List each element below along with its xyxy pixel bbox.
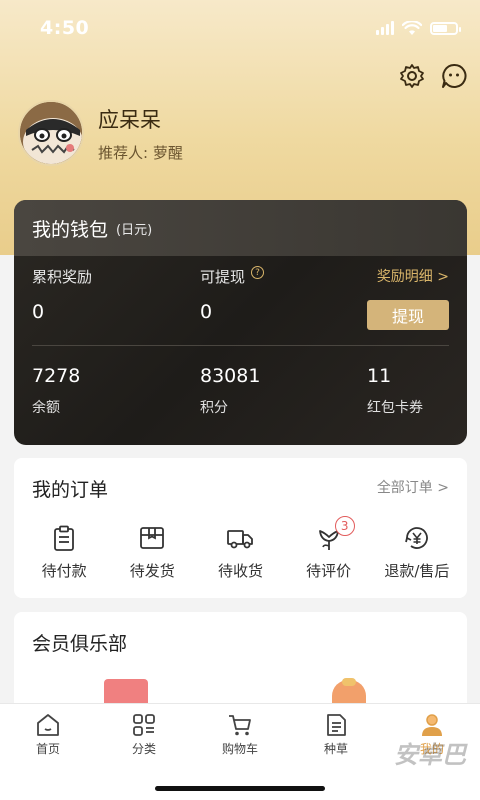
order-status-list: 待付款 待发货 待收货 3 待评价 退款/售后 bbox=[14, 516, 467, 581]
wallet-rewards-row: 累积奖励 0 可提现 ? 0 奖励明细 > 提现 bbox=[32, 266, 449, 330]
points-value: 83081 bbox=[200, 365, 261, 387]
signal-icon bbox=[376, 21, 394, 35]
tab-category[interactable]: 分类 bbox=[96, 712, 192, 766]
withdrawable-label-row: 可提现 ? bbox=[200, 266, 265, 287]
wallet-divider bbox=[32, 345, 449, 346]
cumulative-reward[interactable]: 累积奖励 0 bbox=[32, 266, 92, 323]
clipboard-icon bbox=[54, 525, 74, 551]
cart-icon bbox=[229, 715, 251, 736]
club-title: 会员俱乐部 bbox=[32, 633, 128, 655]
balance[interactable]: 7278 余额 bbox=[32, 365, 80, 417]
header-actions bbox=[398, 62, 468, 90]
status-bar: 4:50 bbox=[0, 0, 480, 56]
truck-icon bbox=[227, 530, 254, 549]
status-time: 4:50 bbox=[40, 17, 90, 39]
wallet-card: 我的钱包 (日元) 累积奖励 0 可提现 ? 0 奖励明细 > 提现 7278 … bbox=[14, 200, 467, 445]
withdrawable-label: 可提现 bbox=[200, 268, 246, 286]
order-label: 退款/售后 bbox=[384, 562, 450, 580]
cumulative-reward-label: 累积奖励 bbox=[32, 268, 93, 286]
order-label: 待收货 bbox=[217, 562, 263, 580]
package-icon bbox=[140, 527, 165, 549]
refund-icon bbox=[404, 527, 428, 549]
battery-icon bbox=[430, 21, 461, 35]
note-icon bbox=[327, 714, 346, 736]
wallet-title: 我的钱包 bbox=[32, 218, 109, 241]
orders-card: 我的订单 全部订单 > 待付款 待发货 待收货 3 待评价 退款/售后 bbox=[14, 458, 467, 598]
tab-label: 种草 bbox=[323, 742, 348, 756]
chat-icon bbox=[442, 63, 467, 88]
coupons-value: 11 bbox=[367, 365, 392, 387]
wallet-unit: (日元) bbox=[116, 222, 153, 238]
referrer-text: 推荐人: 萝醒 bbox=[98, 143, 183, 162]
order-pending-receipt[interactable]: 待收货 bbox=[198, 524, 282, 581]
tab-home[interactable]: 首页 bbox=[0, 712, 96, 766]
order-label: 待评价 bbox=[306, 562, 352, 580]
profile-text: 应呆呆 推荐人: 萝醒 bbox=[98, 104, 183, 163]
order-label: 待发货 bbox=[129, 562, 175, 580]
settings-button[interactable] bbox=[398, 62, 426, 90]
tab-cart[interactable]: 购物车 bbox=[192, 712, 288, 766]
tab-label: 分类 bbox=[131, 742, 156, 756]
status-icons bbox=[376, 20, 461, 36]
reward-detail-link[interactable]: 奖励明细 > bbox=[377, 266, 449, 286]
order-refund-aftersale[interactable]: 退款/售后 bbox=[375, 524, 459, 581]
balance-value: 7278 bbox=[32, 365, 81, 387]
withdraw-button[interactable]: 提现 bbox=[367, 300, 449, 330]
member-club-card: 会员俱乐部 bbox=[14, 612, 467, 712]
order-pending-payment[interactable]: 待付款 bbox=[22, 524, 106, 581]
balance-label: 余额 bbox=[32, 400, 60, 416]
cumulative-reward-value: 0 bbox=[32, 301, 45, 323]
bottom-tab-bar: 首页 分类 购物车 种草 我的 安卓巴 bbox=[0, 703, 480, 800]
wifi-icon bbox=[402, 20, 422, 35]
withdrawable[interactable]: 可提现 ? 0 bbox=[200, 266, 265, 323]
points-label: 积分 bbox=[200, 400, 228, 416]
coupons[interactable]: 11 红包卡券 bbox=[367, 365, 423, 417]
wallet-assets-row: 7278 余额 83081 积分 11 红包卡券 bbox=[32, 365, 449, 425]
order-pending-shipment[interactable]: 待发货 bbox=[110, 524, 194, 581]
points[interactable]: 83081 积分 bbox=[200, 365, 260, 417]
category-icon bbox=[133, 714, 155, 736]
avatar[interactable] bbox=[18, 100, 84, 166]
gear-icon bbox=[400, 64, 424, 88]
withdrawable-value: 0 bbox=[200, 301, 213, 323]
profile-section[interactable]: 应呆呆 推荐人: 萝醒 bbox=[18, 100, 183, 166]
username: 应呆呆 bbox=[98, 107, 161, 132]
order-label: 待付款 bbox=[41, 562, 87, 580]
avatar-image bbox=[20, 102, 82, 164]
home-icon bbox=[37, 714, 59, 736]
orders-title: 我的订单 bbox=[32, 479, 109, 501]
wallet-header: 我的钱包 (日元) bbox=[14, 200, 467, 256]
tab-label: 首页 bbox=[35, 742, 60, 756]
help-icon[interactable]: ? bbox=[251, 266, 265, 279]
watermark: 安卓巴 bbox=[394, 741, 466, 769]
review-count-badge: 3 bbox=[334, 516, 355, 536]
tab-notes[interactable]: 种草 bbox=[288, 712, 384, 766]
order-pending-review[interactable]: 3 待评价 bbox=[287, 516, 371, 581]
coupons-label: 红包卡券 bbox=[367, 400, 423, 416]
tab-label: 购物车 bbox=[221, 742, 258, 756]
all-orders-link[interactable]: 全部订单 > bbox=[377, 477, 449, 497]
home-indicator[interactable] bbox=[155, 786, 325, 791]
message-button[interactable] bbox=[440, 62, 468, 90]
